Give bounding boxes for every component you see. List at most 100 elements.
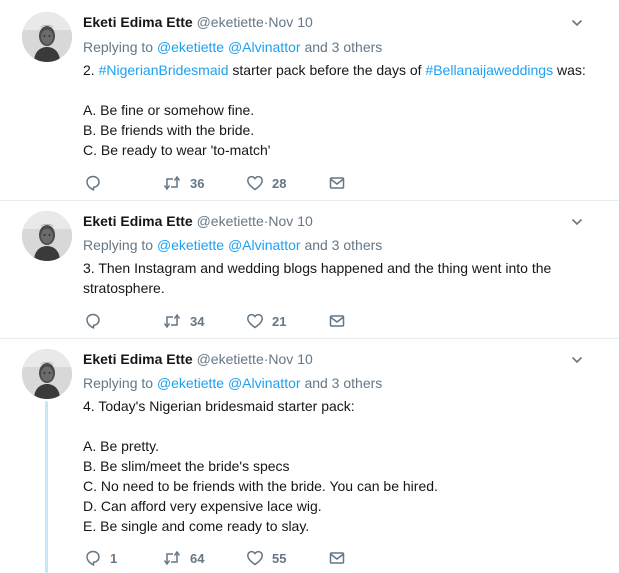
like-button[interactable]: 55 [246, 549, 286, 567]
retweet-count: 34 [190, 313, 205, 329]
author-name[interactable]: Eketi Edima Ette [83, 14, 193, 30]
author-handle[interactable]: @eketiette [197, 351, 264, 367]
text-segment: stratosphere. [83, 280, 165, 296]
replying-prefix: Replying to [83, 237, 154, 253]
author-handle[interactable]: @eketiette [197, 14, 264, 30]
tweet-text-line [83, 80, 603, 100]
text-segment: C. No need to be friends with the bride.… [83, 478, 438, 494]
dm-button[interactable] [328, 549, 346, 567]
text-segment: A. Be fine or somehow fine. [83, 102, 255, 118]
reply-button[interactable] [84, 174, 110, 192]
text-segment: C. Be ready to wear 'to-match' [83, 142, 271, 158]
reply-icon [84, 549, 102, 567]
retweet-count: 36 [190, 175, 205, 191]
text-segment: 2. [83, 62, 99, 78]
replying-to: Replying to @eketiette @Alvinattor and 3… [83, 39, 382, 55]
text-segment: B. Be slim/meet the bride's specs [83, 458, 290, 474]
tweet-text-line: B. Be slim/meet the bride's specs [83, 456, 603, 476]
retweet-button[interactable]: 36 [162, 174, 204, 192]
author-name[interactable]: Eketi Edima Ette [83, 213, 193, 229]
reply-handle-link[interactable]: @Alvinattor [228, 39, 301, 55]
tweet-text-line: C. Be ready to wear 'to-match' [83, 140, 603, 160]
timestamp[interactable]: Nov 10 [268, 351, 312, 367]
heart-icon [246, 549, 264, 567]
tweet-2[interactable]: Eketi Edima Ette @eketiette·Nov 10 Reply… [0, 201, 619, 338]
retweet-button[interactable]: 64 [162, 549, 204, 567]
reply-handle-link[interactable]: @eketiette [157, 237, 224, 253]
reply-button[interactable]: 1 [84, 549, 117, 567]
tweet-text: 4. Today's Nigerian bridesmaid starter p… [83, 396, 603, 536]
reply-handle-link[interactable]: @eketiette [157, 39, 224, 55]
timestamp[interactable]: Nov 10 [268, 213, 312, 229]
chevron-down-icon[interactable] [570, 215, 584, 229]
like-count: 21 [272, 313, 287, 329]
tweet-text: 3. Then Instagram and wedding blogs happ… [83, 258, 603, 298]
tweet-header: Eketi Edima Ette @eketiette·Nov 10 [83, 14, 313, 30]
timestamp[interactable]: Nov 10 [268, 14, 312, 30]
replying-to: Replying to @eketiette @Alvinattor and 3… [83, 375, 382, 391]
tweet-text-line: D. Can afford very expensive lace wig. [83, 496, 603, 516]
tweet-header: Eketi Edima Ette @eketiette·Nov 10 [83, 213, 313, 229]
envelope-icon [328, 312, 346, 330]
heart-icon [246, 312, 264, 330]
avatar[interactable] [22, 211, 72, 261]
reply-icon [84, 174, 102, 192]
chevron-down-icon[interactable] [570, 16, 584, 30]
thread-line [45, 401, 48, 573]
tweet-text-line: stratosphere. [83, 278, 603, 298]
chevron-down-icon[interactable] [570, 353, 584, 367]
text-segment: E. Be single and come ready to slay. [83, 518, 310, 534]
replying-prefix: Replying to [83, 39, 154, 55]
hashtag-link[interactable]: #Bellanaijaweddings [425, 62, 553, 78]
like-count: 28 [272, 175, 287, 191]
replying-prefix: Replying to [83, 375, 154, 391]
text-segment: D. Can afford very expensive lace wig. [83, 498, 322, 514]
tweet-text-line: C. No need to be friends with the bride.… [83, 476, 603, 496]
text-segment: starter pack before the days of [228, 62, 426, 78]
text-segment: was: [553, 62, 586, 78]
reply-handle-link[interactable]: @Alvinattor [228, 375, 301, 391]
retweet-icon [162, 174, 182, 192]
author-handle[interactable]: @eketiette [197, 213, 264, 229]
envelope-icon [328, 549, 346, 567]
reply-others[interactable]: and 3 others [304, 375, 382, 391]
dm-button[interactable] [328, 312, 346, 330]
tweet-text-line: B. Be friends with the bride. [83, 120, 603, 140]
heart-icon [246, 174, 264, 192]
text-segment: A. Be pretty. [83, 438, 159, 454]
retweet-icon [162, 312, 182, 330]
reply-handle-link[interactable]: @Alvinattor [228, 237, 301, 253]
envelope-icon [328, 174, 346, 192]
reply-count: 1 [110, 550, 118, 566]
tweet-header: Eketi Edima Ette @eketiette·Nov 10 [83, 351, 313, 367]
author-name[interactable]: Eketi Edima Ette [83, 351, 193, 367]
reply-others[interactable]: and 3 others [304, 237, 382, 253]
hashtag-link[interactable]: #NigerianBridesmaid [99, 62, 229, 78]
tweet-3[interactable]: Eketi Edima Ette @eketiette·Nov 10 Reply… [0, 339, 619, 573]
reply-others[interactable]: and 3 others [304, 39, 382, 55]
text-segment: 4. Today's Nigerian bridesmaid starter p… [83, 398, 355, 414]
tweet-text-line: E. Be single and come ready to slay. [83, 516, 603, 536]
replying-to: Replying to @eketiette @Alvinattor and 3… [83, 237, 382, 253]
text-segment: B. Be friends with the bride. [83, 122, 255, 138]
retweet-count: 64 [190, 550, 205, 566]
tweet-text-line: A. Be fine or somehow fine. [83, 100, 603, 120]
avatar[interactable] [22, 349, 72, 399]
reply-icon [84, 312, 102, 330]
retweet-icon [162, 549, 182, 567]
like-button[interactable]: 21 [246, 312, 286, 330]
tweet-1[interactable]: Eketi Edima Ette @eketiette·Nov 10 Reply… [0, 0, 619, 199]
tweet-text-line: 3. Then Instagram and wedding blogs happ… [83, 258, 603, 278]
reply-handle-link[interactable]: @eketiette [157, 375, 224, 391]
tweet-text-line: A. Be pretty. [83, 436, 603, 456]
tweet-text-line: 4. Today's Nigerian bridesmaid starter p… [83, 396, 603, 416]
like-button[interactable]: 28 [246, 174, 286, 192]
like-count: 55 [272, 550, 287, 566]
text-segment: 3. Then Instagram and wedding blogs happ… [83, 260, 552, 276]
retweet-button[interactable]: 34 [162, 312, 204, 330]
dm-button[interactable] [328, 174, 346, 192]
tweet-text-line: 2. #NigerianBridesmaid starter pack befo… [83, 60, 603, 80]
tweet-text: 2. #NigerianBridesmaid starter pack befo… [83, 60, 603, 160]
avatar[interactable] [22, 12, 72, 62]
reply-button[interactable] [84, 312, 110, 330]
